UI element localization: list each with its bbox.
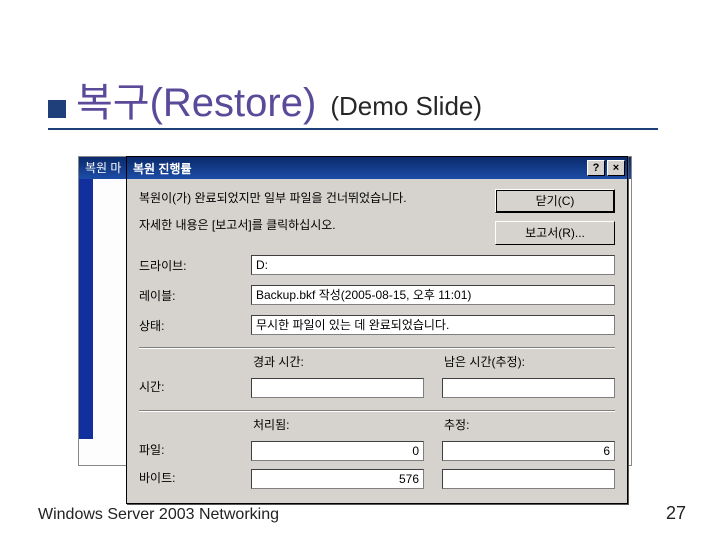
status-label: 상태: — [139, 317, 251, 334]
separator-2 — [139, 410, 615, 412]
remaining-header: 남은 시간(추정): — [442, 353, 615, 370]
status-value: 무시한 파일이 있는 데 완료되었습니다. — [251, 315, 615, 335]
files-estimated-value: 6 — [442, 441, 615, 461]
bytes-label: 바이트: — [139, 469, 251, 489]
help-button[interactable]: ? — [587, 160, 605, 176]
label-label: 레이블: — [139, 287, 251, 304]
remaining-time-value — [442, 378, 615, 398]
dialog-body: 복원이(가) 완료되었지만 일부 파일을 건너뛰었습니다. 자세한 내용은 [보… — [127, 179, 627, 503]
bytes-estimated-value — [442, 469, 615, 489]
estimated-header: 추정: — [442, 416, 615, 433]
status-message-1: 복원이(가) 완료되었지만 일부 파일을 건너뛰었습니다. — [139, 191, 459, 206]
footer-text: Windows Server 2003 Networking — [38, 506, 279, 524]
separator-1 — [139, 347, 615, 349]
report-button[interactable]: 보고서(R)... — [495, 221, 615, 245]
elapsed-time-value — [251, 378, 424, 398]
dialog-titlebar[interactable]: 복원 진행률 ? × — [127, 157, 627, 179]
processed-header: 처리됨: — [251, 416, 424, 433]
time-label: 시간: — [139, 378, 251, 398]
parent-sidebar-strip — [79, 179, 93, 439]
bytes-processed-value: 576 — [251, 469, 424, 489]
page-number: 27 — [666, 503, 686, 524]
close-button[interactable]: 닫기(C) — [495, 189, 615, 213]
files-label: 파일: — [139, 441, 251, 461]
close-icon[interactable]: × — [607, 160, 625, 176]
slide-title-sub: (Demo Slide) — [330, 91, 482, 128]
drive-value: D: — [251, 255, 615, 275]
dialog-title: 복원 진행률 — [133, 160, 192, 177]
slide-header: 복구(Restore) (Demo Slide) — [48, 70, 482, 128]
title-bullet-square — [48, 100, 66, 118]
elapsed-header: 경과 시간: — [251, 353, 424, 370]
parent-window-title: 복원 마 — [85, 161, 121, 175]
restore-progress-dialog: 복원 진행률 ? × 복원이(가) 완료되었지만 일부 파일을 건너뛰었습니다.… — [126, 156, 628, 504]
status-message-2: 자세한 내용은 [보고서]를 클릭하십시오. — [139, 218, 459, 233]
slide-title-main: 복구(Restore) — [76, 70, 316, 128]
files-processed-value: 0 — [251, 441, 424, 461]
drive-label: 드라이브: — [139, 257, 251, 274]
title-underline — [48, 128, 658, 130]
label-value: Backup.bkf 작성(2005-08-15, 오후 11:01) — [251, 285, 615, 305]
